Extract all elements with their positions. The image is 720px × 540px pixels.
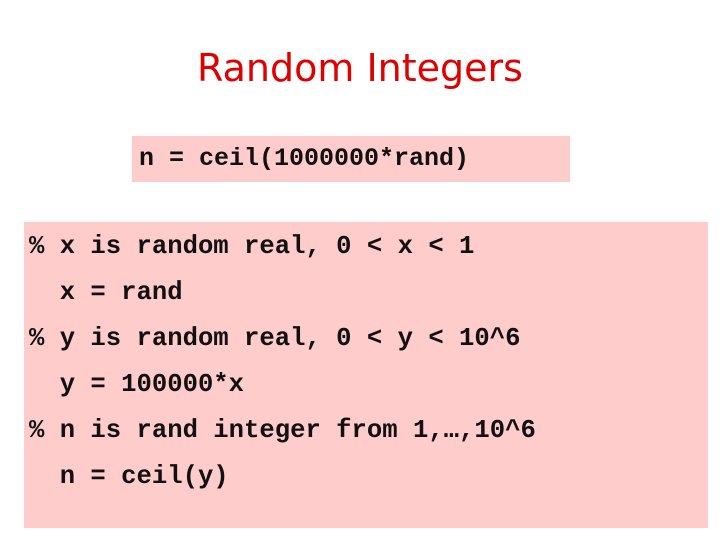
code-statement-line: x = rand	[29, 278, 183, 307]
formula-text: n = ceil(1000000*rand)	[139, 144, 470, 173]
slide-title: Random Integers	[197, 46, 523, 90]
code-block: % x is random real, 0 < x < 1 x = rand %…	[29, 224, 536, 500]
code-comment-line: % x is random real, 0 < x < 1	[29, 232, 475, 261]
code-statement-line: y = 100000*x	[29, 370, 245, 399]
code-statement-line: n = ceil(y)	[29, 462, 229, 491]
code-comment-line: % y is random real, 0 < y < 10^6	[29, 324, 521, 353]
code-comment-line: % n is rand integer from 1,…,10^6	[29, 416, 536, 445]
